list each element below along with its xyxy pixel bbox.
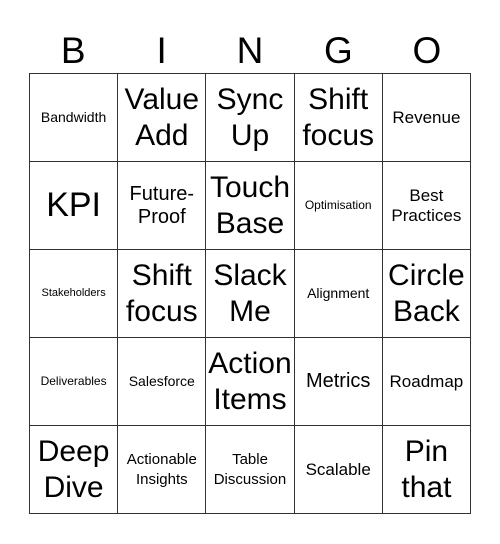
bingo-cell[interactable]: Deliverables: [30, 338, 119, 426]
header-letter-o: O: [412, 30, 442, 71]
bingo-cell[interactable]: Optimisation: [294, 162, 383, 250]
bingo-cell[interactable]: Salesforce: [118, 338, 207, 426]
bingo-cell[interactable]: Actionable Insights: [118, 426, 207, 514]
bingo-cell[interactable]: Shift focus: [118, 250, 207, 338]
bingo-cell[interactable]: Metrics: [294, 338, 383, 426]
bingo-header: B I N G O: [29, 30, 471, 72]
bingo-cell[interactable]: Alignment: [294, 250, 383, 338]
bingo-cell[interactable]: Revenue: [382, 74, 471, 162]
bingo-cell[interactable]: Value Add: [118, 74, 207, 162]
header-letter-i: I: [156, 30, 167, 71]
bingo-grid: Bandwidth Value Add Sync Up Shift focus …: [29, 73, 471, 514]
bingo-cell[interactable]: Shift focus: [294, 74, 383, 162]
bingo-cell[interactable]: Scalable: [294, 426, 383, 514]
bingo-cell[interactable]: Action Items: [206, 338, 295, 426]
bingo-cell[interactable]: Bandwidth: [30, 74, 119, 162]
header-letter-g: G: [324, 30, 353, 71]
bingo-cell[interactable]: Deep Dive: [30, 426, 119, 514]
bingo-cell[interactable]: Best Practices: [382, 162, 471, 250]
bingo-cell[interactable]: Pin that: [382, 426, 471, 514]
header-letter-b: B: [60, 30, 86, 71]
bingo-cell[interactable]: Touch Base: [206, 162, 295, 250]
bingo-cell[interactable]: Future-Proof: [118, 162, 207, 250]
bingo-cell[interactable]: KPI: [30, 162, 119, 250]
bingo-cell[interactable]: Stakeholders: [30, 250, 119, 338]
bingo-cell[interactable]: Slack Me: [206, 250, 295, 338]
bingo-cell[interactable]: Circle Back: [382, 250, 471, 338]
bingo-cell[interactable]: Roadmap: [382, 338, 471, 426]
bingo-cell[interactable]: Table Discussion: [206, 426, 295, 514]
header-letter-n: N: [236, 30, 264, 71]
bingo-cell[interactable]: Sync Up: [206, 74, 295, 162]
